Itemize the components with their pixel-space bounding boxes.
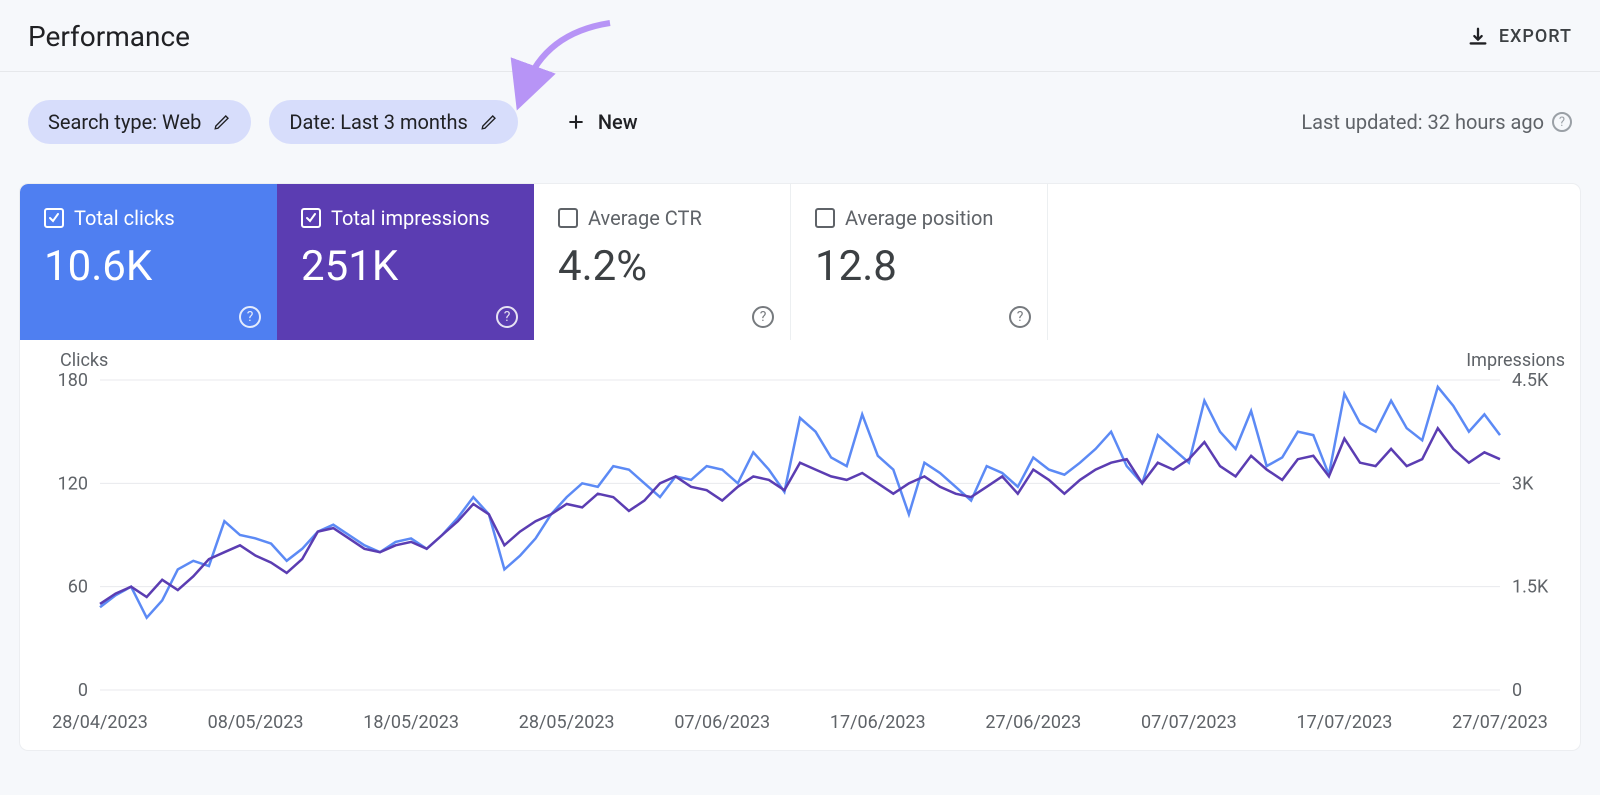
export-button[interactable]: EXPORT (1467, 26, 1572, 48)
svg-text:18/05/2023: 18/05/2023 (363, 712, 459, 733)
metric-value: 10.6K (44, 242, 253, 291)
last-updated-text: Last updated: 32 hours ago (1301, 110, 1544, 134)
svg-text:Clicks: Clicks (60, 350, 108, 371)
performance-panel: Total clicks 10.6K? Total impressions 251K?… (20, 184, 1580, 750)
svg-text:27/07/2023: 27/07/2023 (1452, 712, 1548, 733)
metric-checkbox[interactable] (44, 208, 64, 228)
svg-text:180: 180 (58, 370, 88, 391)
svg-text:28/05/2023: 28/05/2023 (519, 712, 615, 733)
search-type-chip[interactable]: Search type: Web (28, 100, 251, 144)
metric-checkbox[interactable] (815, 208, 835, 228)
help-icon[interactable]: ? (1552, 112, 1572, 132)
metric-card-total-impressions[interactable]: Total impressions 251K? (277, 184, 534, 340)
add-filter-button[interactable]: New (554, 102, 650, 142)
plus-icon (566, 112, 586, 132)
svg-text:0: 0 (78, 680, 88, 701)
export-label: EXPORT (1499, 26, 1572, 47)
last-updated: Last updated: 32 hours ago ? (1301, 110, 1572, 134)
metric-card-average-ctr[interactable]: Average CTR 4.2%? (534, 184, 791, 340)
svg-text:17/07/2023: 17/07/2023 (1297, 712, 1393, 733)
metric-value: 12.8 (815, 242, 1023, 291)
help-icon[interactable]: ? (752, 306, 774, 328)
metrics-row: Total clicks 10.6K? Total impressions 251K?… (20, 184, 1580, 340)
pencil-icon (480, 113, 498, 131)
help-icon[interactable]: ? (1009, 306, 1031, 328)
help-icon[interactable]: ? (496, 306, 518, 328)
help-icon[interactable]: ? (239, 306, 261, 328)
chart-area: Clicks Impressions 0 0 60 1.5K 120 3K 180 4.5K 28/… (20, 340, 1580, 750)
metric-value: 4.2% (558, 242, 766, 291)
svg-text:4.5K: 4.5K (1512, 370, 1549, 391)
metric-card-total-clicks[interactable]: Total clicks 10.6K? (20, 184, 277, 340)
svg-text:Impressions: Impressions (1466, 350, 1565, 371)
svg-text:07/06/2023: 07/06/2023 (674, 712, 770, 733)
metric-label: Average CTR (588, 206, 702, 230)
svg-text:120: 120 (58, 473, 88, 494)
page-title: Performance (28, 20, 190, 53)
svg-text:3K: 3K (1512, 473, 1534, 494)
search-type-chip-label: Search type: Web (48, 110, 201, 134)
svg-text:28/04/2023: 28/04/2023 (52, 712, 148, 733)
performance-chart: Clicks Impressions 0 0 60 1.5K 120 3K 180 4.5K 28/… (20, 340, 1580, 750)
metric-label: Total clicks (74, 206, 175, 230)
metric-value: 251K (301, 242, 510, 291)
add-filter-label: New (598, 110, 638, 134)
svg-text:27/06/2023: 27/06/2023 (985, 712, 1081, 733)
svg-text:60: 60 (68, 577, 88, 598)
metric-checkbox[interactable] (301, 208, 321, 228)
pencil-icon (213, 113, 231, 131)
date-range-chip[interactable]: Date: Last 3 months (269, 100, 518, 144)
download-icon (1467, 26, 1489, 48)
svg-text:17/06/2023: 17/06/2023 (830, 712, 926, 733)
metric-checkbox[interactable] (558, 208, 578, 228)
svg-text:08/05/2023: 08/05/2023 (208, 712, 304, 733)
metric-label: Total impressions (331, 206, 490, 230)
metric-label: Average position (845, 206, 993, 230)
metric-card-average-position[interactable]: Average position 12.8? (791, 184, 1048, 340)
svg-text:1.5K: 1.5K (1512, 577, 1549, 598)
date-range-chip-label: Date: Last 3 months (289, 110, 468, 134)
svg-text:0: 0 (1512, 680, 1522, 701)
svg-text:07/07/2023: 07/07/2023 (1141, 712, 1237, 733)
